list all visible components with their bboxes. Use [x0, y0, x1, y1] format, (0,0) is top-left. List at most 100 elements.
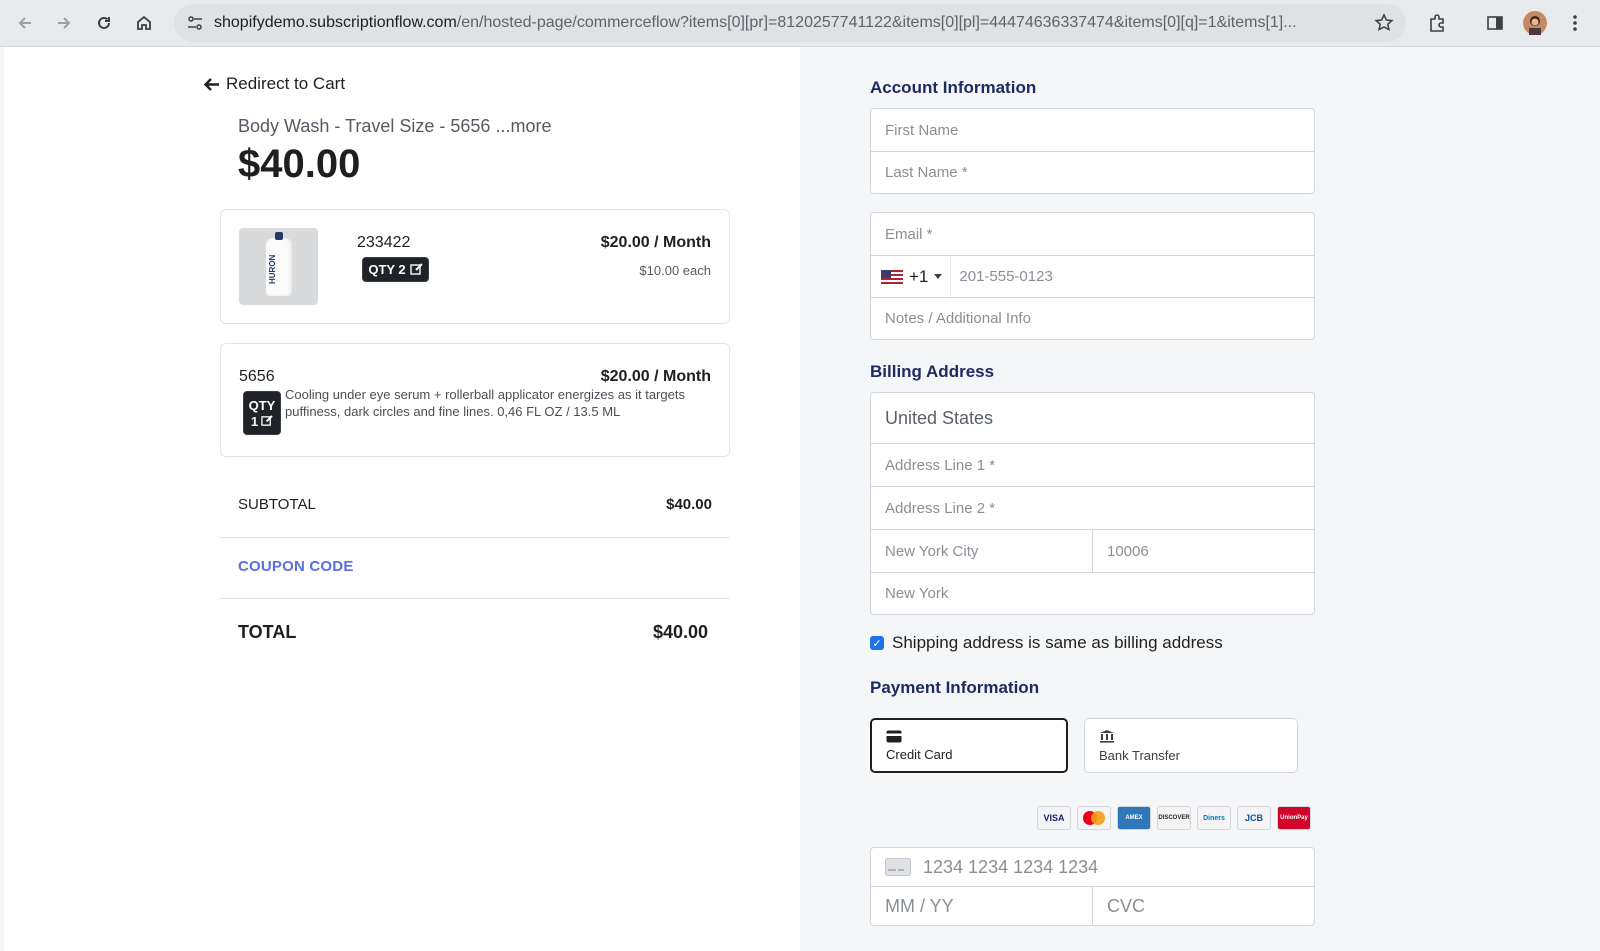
product-thumbnail: HURON [239, 228, 318, 305]
cart-item-card: HURON 233422 QTY 2 $20.00 / Month $10.00… [220, 209, 730, 324]
divider [220, 537, 730, 538]
bottle-brand: HURON [267, 254, 277, 284]
qty-edit-button[interactable]: QTY 2 [362, 257, 429, 282]
jcb-icon: JCB [1237, 806, 1271, 830]
total-value: $40.00 [652, 622, 708, 642]
mastercard-icon [1077, 806, 1111, 830]
extensions-icon[interactable] [1426, 12, 1448, 34]
item-price: $20.00 / Month [600, 368, 711, 385]
phone-input[interactable] [959, 256, 1314, 297]
state-value: New York [885, 585, 949, 602]
qty-value-row: 1 [251, 414, 273, 429]
country-value: United States [885, 407, 994, 428]
discover-icon: DISCOVER [1157, 806, 1191, 830]
bookmark-star-icon[interactable] [1374, 13, 1394, 33]
expiry-input[interactable] [885, 887, 1092, 925]
subtotal-value: $40.00 [666, 496, 712, 513]
billing-address-title: Billing Address [870, 362, 995, 381]
phone-field[interactable]: +1 [870, 255, 1315, 298]
address-bar[interactable]: shopifydemo.subscriptionflow.com/en/host… [174, 4, 1406, 42]
address-line-2-input[interactable] [885, 487, 1314, 529]
zip-value: 10006 [1107, 542, 1149, 560]
notes-input[interactable] [885, 298, 1314, 339]
profile-avatar[interactable] [1523, 11, 1547, 35]
city-value: New York City [885, 542, 979, 560]
product-title-text: Body Wash - Travel Size - 5656 [238, 116, 491, 136]
same-shipping-checkbox[interactable]: ✓ [870, 636, 884, 650]
address-line-1-field[interactable] [870, 443, 1315, 487]
product-title: Body Wash - Travel Size - 5656 ...more [238, 116, 551, 137]
email-field[interactable] [870, 212, 1315, 256]
more-link[interactable]: ...more [490, 116, 551, 136]
account-information-title: Account Information [870, 78, 1037, 97]
visa-icon: VISA [1037, 806, 1071, 830]
card-number-field[interactable] [870, 847, 1315, 887]
url-host: shopifydemo.subscriptionflow.com [214, 14, 457, 31]
qty-edit-button[interactable]: QTY 1 [243, 391, 281, 435]
credit-card-icon [886, 730, 902, 743]
qty-label: QTY 2 [368, 262, 406, 277]
site-info-icon[interactable] [186, 14, 204, 32]
url-text: shopifydemo.subscriptionflow.com/en/host… [214, 4, 1364, 42]
bank-icon [1100, 730, 1114, 743]
item-unit-price: $10.00 each [639, 263, 711, 278]
browser-toolbar: shopifydemo.subscriptionflow.com/en/host… [0, 0, 1600, 47]
expiry-field[interactable] [870, 886, 1093, 926]
same-shipping-label: Shipping address is same as billing addr… [892, 633, 1223, 652]
chevron-down-icon [934, 273, 943, 279]
reload-icon[interactable] [89, 8, 119, 38]
diners-club-icon: Diners [1197, 806, 1231, 830]
country-select[interactable]: United States [870, 392, 1315, 444]
credit-card-label: Credit Card [886, 747, 953, 762]
country-code-select[interactable]: +1 [881, 256, 952, 297]
same-shipping-row: ✓ Shipping address is same as billing ad… [870, 633, 1223, 653]
cart-item-card: 5656 QTY 1 $20.00 / Month Cooling under … [220, 343, 730, 457]
qty-value: 1 [250, 413, 259, 429]
notes-field[interactable] [870, 297, 1315, 340]
divider [220, 598, 730, 599]
city-field[interactable]: New York City [870, 529, 1093, 573]
address-line-1-input[interactable] [885, 444, 1314, 486]
arrow-left-icon [203, 77, 219, 91]
card-number-input[interactable] [923, 848, 1314, 886]
state-field[interactable]: New York [870, 572, 1315, 615]
amex-icon: AMEX [1117, 806, 1151, 830]
us-flag-icon [881, 269, 903, 284]
edit-icon [409, 263, 423, 275]
page-edge-right [1596, 47, 1600, 951]
product-price: $40.00 [238, 142, 361, 186]
redirect-label: Redirect to Cart [226, 74, 346, 93]
cvc-field[interactable] [1092, 886, 1315, 926]
back-icon[interactable] [10, 8, 40, 38]
last-name-input[interactable] [885, 152, 1314, 193]
coupon-code-link[interactable]: COUPON CODE [238, 558, 354, 575]
unionpay-icon: UnionPay [1277, 806, 1311, 830]
email-input[interactable] [885, 213, 1314, 255]
url-path: /en/hosted-page/commerceflow?items[0][pr… [456, 14, 1297, 31]
bank-transfer-label: Bank Transfer [1099, 748, 1180, 763]
subtotal-label: SUBTOTAL [238, 496, 316, 513]
menu-kebab-icon[interactable] [1565, 12, 1585, 34]
cvc-input[interactable] [1107, 887, 1314, 925]
credit-card-option[interactable]: Credit Card [870, 718, 1068, 773]
item-sku: 233422 [357, 234, 411, 251]
bottle-image: HURON [265, 231, 292, 296]
redirect-to-cart-link[interactable]: Redirect to Cart [203, 74, 345, 94]
address-line-2-field[interactable] [870, 486, 1315, 530]
side-panel-icon[interactable] [1484, 12, 1506, 34]
bank-transfer-option[interactable]: Bank Transfer [1084, 718, 1298, 773]
zip-field[interactable]: 10006 [1092, 529, 1315, 573]
first-name-input[interactable] [885, 109, 1314, 151]
forward-icon[interactable] [49, 8, 79, 38]
card-placeholder-icon [885, 858, 911, 876]
total-label: TOTAL [238, 622, 297, 642]
home-icon[interactable] [129, 8, 159, 38]
payment-information-title: Payment Information [870, 678, 1040, 697]
item-description: Cooling under eye serum + rollerball app… [285, 387, 685, 419]
item-price: $20.00 / Month [600, 234, 711, 251]
edit-icon [261, 415, 273, 426]
last-name-field[interactable] [870, 151, 1315, 194]
first-name-field[interactable] [870, 108, 1315, 152]
item-sku: 5656 [239, 368, 275, 385]
phone-code: +1 [909, 266, 929, 286]
